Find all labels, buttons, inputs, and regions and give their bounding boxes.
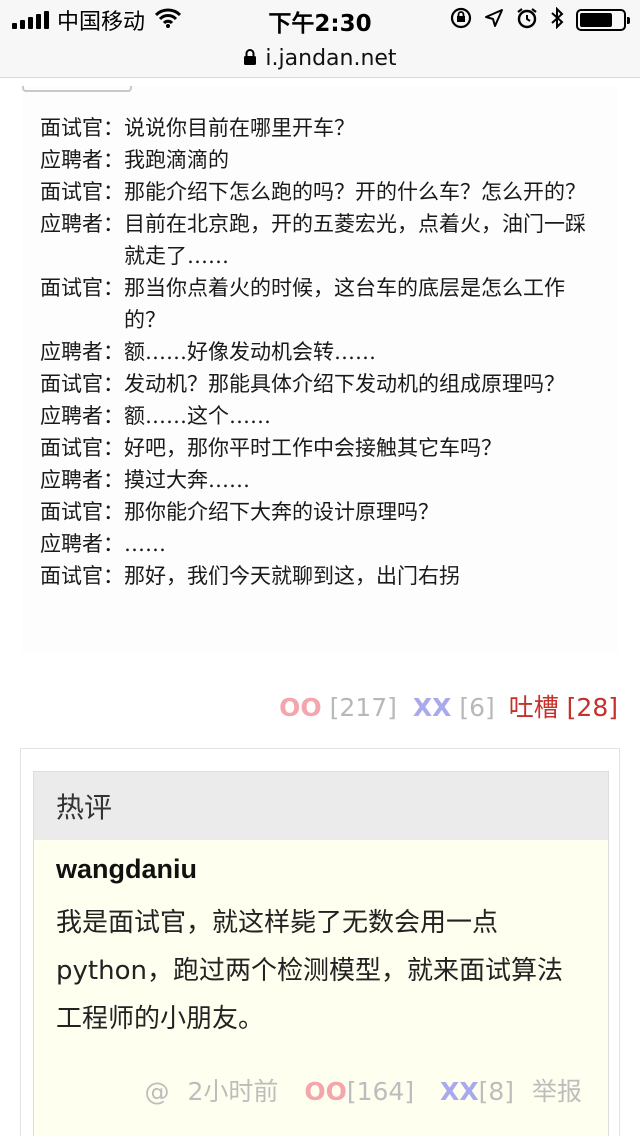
oo-count: [217] <box>329 693 397 722</box>
alarm-icon <box>516 7 538 33</box>
dialogue-line-text: 摸过大奔…… <box>124 468 250 492</box>
xx-count: [6] <box>459 693 495 722</box>
comment-xx-count: [8] <box>478 1077 515 1106</box>
battery-icon <box>576 9 630 31</box>
comment-author[interactable]: wangdaniu <box>56 854 586 885</box>
dialogue-line: 应聘者： 额……好像发动机会转…… <box>40 336 600 368</box>
orientation-lock-icon <box>450 7 472 33</box>
status-bar: 中国移动 下午2:30 <box>0 0 640 40</box>
dialogue-text: 面试官： 说说你目前在哪里开车？ 应聘者： 我跑滴滴的 面试官： 那能介绍下怎么跑的吗？开… <box>40 112 600 592</box>
comment-meta: @ 2小时前 OO[164] XX[8] 举报 <box>145 1072 582 1108</box>
dialogue-line-text: 好吧，那你平时工作中会接触其它车吗？ <box>124 436 502 460</box>
comment-text: 我是面试官，就这样毙了无数会用一点python，跑过两个检测模型，就来面试算法工… <box>56 908 563 1034</box>
tucao-count: [28] <box>566 693 618 722</box>
location-arrow-icon <box>484 8 504 32</box>
dialogue-line: 面试官： 发动机？那能具体介绍下发动机的组成原理吗？ <box>40 368 600 400</box>
dialogue-line-text: 那你能介绍下大奔的设计原理吗？ <box>124 500 439 524</box>
dialogue-line: 面试官： 那当你点着火的时候，这台车的底层是怎么工作的？ <box>40 272 600 336</box>
dialogue-speaker: 面试官： <box>40 500 124 524</box>
image-frame-edge <box>22 86 132 92</box>
status-right <box>450 6 630 34</box>
tucao-link[interactable]: 吐槽 [28] <box>509 693 618 722</box>
dialogue-line: 面试官： 那能介绍下怎么跑的吗？开的什么车？怎么开的？ <box>40 176 600 208</box>
report-button[interactable]: 举报 <box>532 1077 582 1106</box>
dialogue-line: 面试官： 好吧，那你平时工作中会接触其它车吗？ <box>40 432 600 464</box>
hot-comment-item: wangdaniu 我是面试官，就这样毙了无数会用一点python，跑过两个检测… <box>34 840 608 1043</box>
dialogue-speaker: 应聘者： <box>40 404 124 428</box>
dialogue-speaker: 面试官： <box>40 436 124 460</box>
dialogue-speaker: 应聘者： <box>40 148 124 172</box>
dialogue-line-text: 发动机？那能具体介绍下发动机的组成原理吗？ <box>124 372 565 396</box>
oo-vote-button[interactable]: OO <box>279 693 322 722</box>
hot-comments-box: 热评 wangdaniu 我是面试官，就这样毙了无数会用一点python，跑过两… <box>33 771 609 1136</box>
comment-xx-button[interactable]: XX <box>440 1077 479 1106</box>
hot-comments-header: 热评 <box>34 772 608 840</box>
dialogue-speaker: 应聘者： <box>40 468 124 492</box>
url-text[interactable]: i.jandan.net <box>265 46 396 71</box>
dialogue-line-text: 说说你目前在哪里开车？ <box>124 116 355 140</box>
dialogue-line-text: 那当你点着火的时候，这台车的底层是怎么工作的？ <box>124 276 565 332</box>
dialogue-line-text: 那能介绍下怎么跑的吗？开的什么车？怎么开的？ <box>124 180 586 204</box>
dialogue-speaker: 面试官： <box>40 564 124 588</box>
dialogue-line-text: 我跑滴滴的 <box>124 148 229 172</box>
tucao-label: 吐槽 <box>508 693 559 722</box>
dialogue-line-text: 目前在北京跑，开的五菱宏光，点着火，油门一踩就走了…… <box>124 212 586 268</box>
dialogue-line-text: 那好，我们今天就聊到这，出门右拐 <box>124 564 460 588</box>
xx-vote-button[interactable]: XX <box>413 693 452 722</box>
dialogue-speaker: 面试官： <box>40 116 124 140</box>
dialogue-speaker: 应聘者： <box>40 340 124 364</box>
comment-time: 2小时前 <box>187 1077 279 1106</box>
reply-at-button[interactable]: @ <box>145 1077 170 1106</box>
dialogue-line: 应聘者： 摸过大奔…… <box>40 464 600 496</box>
dialogue-speaker: 面试官： <box>40 180 124 204</box>
bluetooth-icon <box>550 6 564 33</box>
hot-comments-section: 热评 wangdaniu 我是面试官，就这样毙了无数会用一点python，跑过两… <box>20 748 620 1136</box>
lock-icon <box>243 48 257 70</box>
dialogue-line: 面试官： 那好，我们今天就聊到这，出门右拐 <box>40 560 600 592</box>
dialogue-line-text: …… <box>124 532 166 556</box>
dialogue-line: 应聘者：…… <box>40 528 600 560</box>
dialogue-line-text: 额……好像发动机会转…… <box>124 340 376 364</box>
comment-oo-count: [164] <box>346 1077 415 1106</box>
dialogue-speaker: 应聘者： <box>40 212 124 236</box>
dialogue-speaker: 面试官： <box>40 276 124 300</box>
dialogue-line: 面试官： 那你能介绍下大奔的设计原理吗？ <box>40 496 600 528</box>
comment-oo-button[interactable]: OO <box>304 1077 347 1106</box>
post-vote-row: OO [217] XX [6] 吐槽 [28] <box>279 688 618 724</box>
dialogue-line: 应聘者： 我跑滴滴的 <box>40 144 600 176</box>
address-bar[interactable]: i.jandan.net <box>0 40 640 78</box>
battery-fill <box>580 13 612 27</box>
dialogue-line: 面试官： 说说你目前在哪里开车？ <box>40 112 600 144</box>
dialogue-line: 应聘者： 额……这个…… <box>40 400 600 432</box>
post-image: 面试官： 说说你目前在哪里开车？ 应聘者： 我跑滴滴的 面试官： 那能介绍下怎么跑的吗？开… <box>22 86 618 652</box>
dialogue-line-text: 额……这个…… <box>124 404 271 428</box>
dialogue-line: 应聘者： 目前在北京跑，开的五菱宏光，点着火，油门一踩就走了…… <box>40 208 600 272</box>
dialogue-speaker: 应聘者： <box>40 532 124 556</box>
dialogue-speaker: 面试官： <box>40 372 124 396</box>
